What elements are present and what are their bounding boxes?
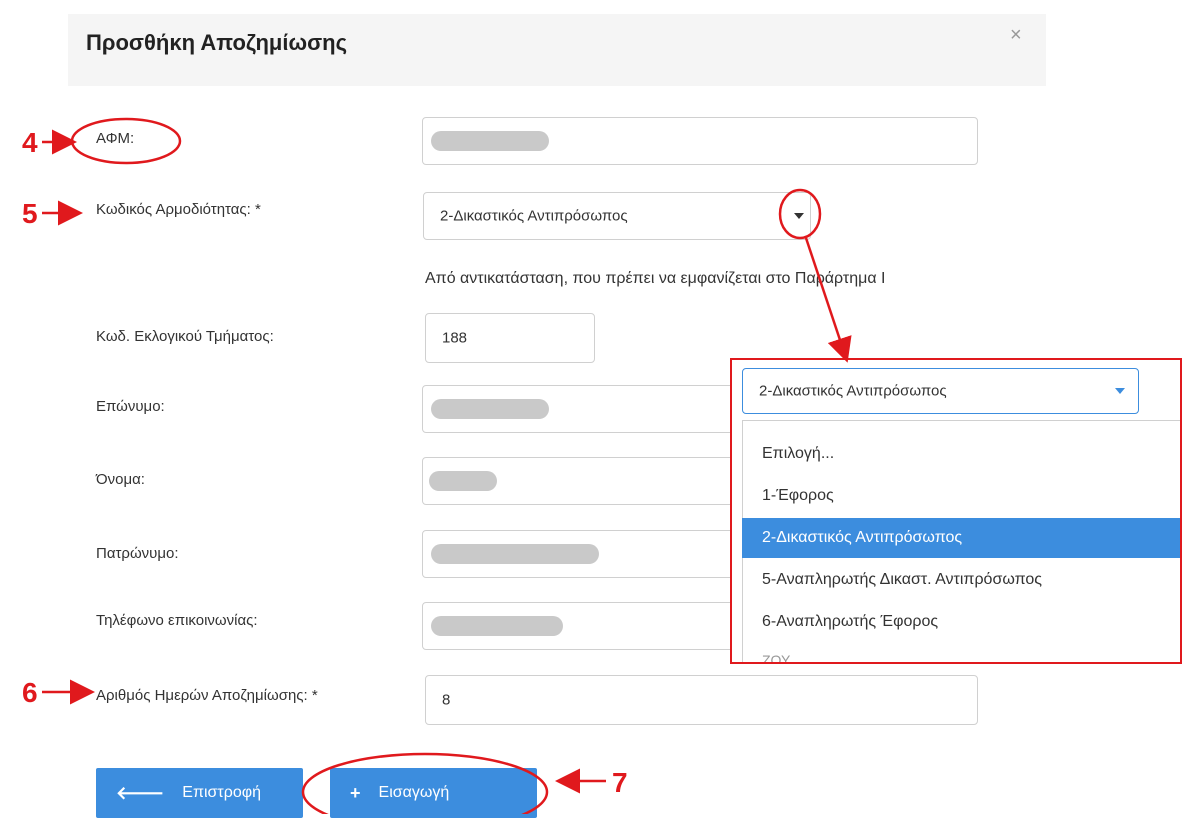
- annotation-number: 7: [612, 767, 628, 798]
- annotation-circle: [778, 188, 822, 240]
- annotation-number: 4: [22, 127, 38, 158]
- annotation-arrow: [804, 237, 852, 363]
- annotation-overlay: 4 5 6 7: [22, 117, 852, 814]
- annotation-number: 6: [22, 677, 38, 708]
- annotation-number: 5: [22, 198, 38, 229]
- annotation-circle: [70, 117, 182, 165]
- annotation-circle: [301, 752, 549, 814]
